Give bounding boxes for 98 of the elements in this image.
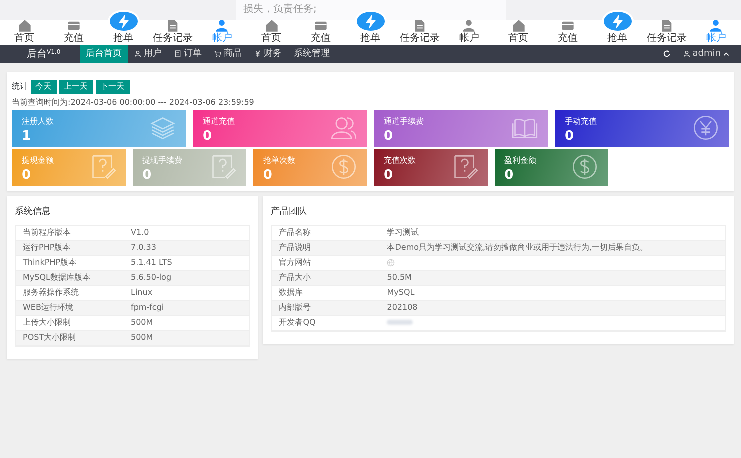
globe-icon bbox=[387, 258, 396, 266]
refresh-icon bbox=[662, 50, 671, 58]
caret-icon bbox=[723, 50, 730, 58]
document-icon bbox=[660, 19, 674, 33]
info-label: 内部版号 bbox=[278, 302, 312, 314]
document-icon bbox=[174, 50, 182, 58]
layers-icon bbox=[150, 114, 176, 140]
tile-value: 0 bbox=[22, 168, 32, 183]
info-label: MySQL数据库版本 bbox=[22, 272, 92, 284]
tile-value: 0 bbox=[384, 128, 394, 144]
info-value: 7.0.33 bbox=[131, 242, 156, 254]
tile-label: 抢单次数 bbox=[263, 156, 296, 165]
info-label: 开发者QQ bbox=[278, 316, 317, 328]
nav-tab[interactable]: 财务 bbox=[248, 45, 288, 63]
nav-tab[interactable]: 商品 bbox=[208, 45, 248, 63]
info-label: 产品名称 bbox=[278, 226, 312, 238]
info-value: 500M bbox=[131, 316, 154, 328]
tile-label: 充值次数 bbox=[384, 156, 416, 165]
panel-title: 系统信息 bbox=[14, 206, 52, 219]
info-label: 产品说明 bbox=[278, 242, 312, 254]
user-menu[interactable]: admin bbox=[676, 45, 736, 63]
users-icon bbox=[331, 114, 357, 140]
tile-value: 1 bbox=[22, 128, 32, 144]
dollar-icon bbox=[330, 154, 357, 180]
tile-label: 提现金额 bbox=[22, 156, 54, 165]
cart-icon bbox=[214, 50, 222, 58]
tile-value: 0 bbox=[565, 128, 574, 144]
nav-tab[interactable]: 任务记录 bbox=[148, 12, 198, 44]
stats-label: 统计 bbox=[12, 80, 28, 92]
yen-icon bbox=[693, 114, 719, 140]
info-value: 202108 bbox=[387, 302, 418, 314]
tile-value: 0 bbox=[203, 128, 212, 144]
info-label: 上传大小限制 bbox=[22, 316, 72, 328]
info-label: ThinkPHP版本 bbox=[22, 256, 78, 268]
tile-label: 手动充值 bbox=[565, 116, 597, 126]
info-label: 服务器操作系统 bbox=[22, 286, 80, 298]
info-value: Linux bbox=[131, 286, 153, 298]
user-icon bbox=[134, 50, 142, 58]
info-value: MySQL bbox=[387, 286, 415, 298]
nav-tab[interactable]: 系统管理 bbox=[288, 45, 336, 63]
nav-tab[interactable]: 后台首页 bbox=[80, 45, 128, 63]
tile-label: 盈利金额 bbox=[504, 156, 537, 165]
info-label: 运行PHP版本 bbox=[22, 242, 72, 254]
nav-tab[interactable]: 用户 bbox=[128, 45, 168, 63]
person-icon bbox=[709, 19, 724, 33]
info-value: V1.0 bbox=[131, 226, 150, 238]
query-time: 当前查询时间为:2024-03-06 00:00:00 --- 2024-03-06 23:59:59 bbox=[12, 96, 256, 108]
day-button[interactable]: 下一天 bbox=[96, 80, 130, 94]
tile-value: 0 bbox=[504, 168, 514, 183]
person-icon bbox=[215, 19, 230, 33]
nav-tab[interactable]: 首页 bbox=[0, 12, 50, 44]
lightning-icon bbox=[604, 12, 632, 31]
yen-icon bbox=[254, 50, 262, 58]
info-label: 当前程序版本 bbox=[22, 226, 72, 238]
info-label: POST大小限制 bbox=[22, 332, 78, 344]
note-question-icon bbox=[452, 154, 478, 180]
nav-tab[interactable]: 抢单 bbox=[98, 12, 148, 44]
person-icon bbox=[462, 19, 476, 33]
notice-text: 损失，负责任务; bbox=[236, 0, 506, 20]
info-value: 50.5M bbox=[387, 272, 412, 284]
info-value: fpm-fcgi bbox=[131, 302, 164, 314]
user-icon bbox=[682, 50, 691, 58]
dollar-icon bbox=[572, 154, 598, 180]
note-question-icon bbox=[90, 154, 116, 180]
document-icon bbox=[412, 19, 427, 33]
info-value: 本Demo只为学习测试交流,请勿擅做商业或用于违法行为,一切后果自负。 bbox=[387, 242, 648, 254]
info-label: WEB运行环境 bbox=[22, 302, 74, 314]
tile-label: 注册人数 bbox=[22, 116, 54, 126]
tile-label: 通道手续费 bbox=[384, 116, 424, 126]
info-value: 500M bbox=[131, 332, 154, 344]
info-value: 5.6.50-log bbox=[131, 272, 172, 284]
card-icon bbox=[314, 19, 328, 33]
panel-title: 产品团队 bbox=[270, 206, 308, 219]
day-button[interactable]: 今天 bbox=[30, 80, 56, 94]
tile-label: 通道充值 bbox=[203, 116, 235, 126]
note-question-icon bbox=[210, 154, 236, 180]
tile-value: 0 bbox=[142, 168, 152, 183]
tile-value: 0 bbox=[384, 168, 394, 183]
info-label: 数据库 bbox=[278, 286, 304, 298]
nav-tab[interactable]: 任务记录 bbox=[642, 12, 692, 44]
lightning-icon bbox=[110, 12, 138, 31]
card-icon bbox=[67, 19, 82, 33]
info-label: 产品大小 bbox=[278, 272, 312, 284]
nav-tab[interactable]: 充值 bbox=[543, 12, 593, 44]
nav-tab[interactable]: 抢单 bbox=[592, 12, 642, 44]
info-label: 官方网站 bbox=[278, 256, 312, 268]
redacted-value bbox=[387, 320, 414, 325]
document-icon bbox=[166, 19, 180, 33]
card-icon bbox=[561, 19, 576, 33]
lightning-icon bbox=[356, 12, 385, 31]
info-value: 5.1.41 LTS bbox=[131, 256, 172, 268]
tile-label: 提现手续费 bbox=[142, 156, 183, 165]
day-button[interactable]: 上一天 bbox=[59, 80, 93, 94]
nav-tab[interactable]: 充值 bbox=[49, 12, 99, 44]
tile-value: 0 bbox=[263, 168, 272, 183]
brand-title: 后台$^{V1.0}$ bbox=[26, 48, 62, 62]
info-value: 学习测试 bbox=[387, 226, 420, 238]
nav-tab[interactable]: 订单 bbox=[168, 45, 208, 63]
